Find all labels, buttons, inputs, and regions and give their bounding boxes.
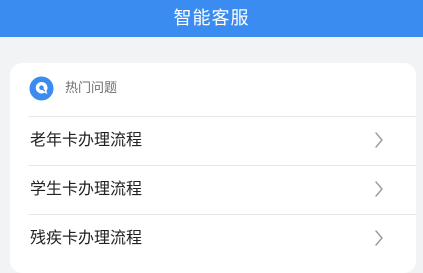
faq-section-title: 热门问题 — [65, 81, 118, 96]
chevron-right-icon — [375, 132, 383, 148]
faq-item-disability-card[interactable]: 残疾卡办理流程 — [10, 214, 416, 263]
faq-item-student-card[interactable]: 学生卡办理流程 — [10, 165, 416, 214]
chevron-right-icon — [375, 230, 383, 246]
chevron-right-icon — [375, 181, 383, 197]
faq-item-label: 学生卡办理流程 — [30, 179, 143, 198]
question-bubble-icon — [29, 76, 54, 101]
faq-item-label: 老年卡办理流程 — [30, 130, 143, 149]
header-bar: 智能客服 — [0, 0, 423, 37]
page-title: 智能客服 — [173, 7, 250, 29]
faq-item-elderly-card[interactable]: 老年卡办理流程 — [10, 116, 416, 165]
faq-card-header: 热门问题 — [10, 63, 416, 115]
faq-item-label: 残疾卡办理流程 — [30, 228, 143, 247]
faq-card: 热门问题 老年卡办理流程 学生卡办理流程 残疾卡办理流程 — [10, 63, 416, 273]
